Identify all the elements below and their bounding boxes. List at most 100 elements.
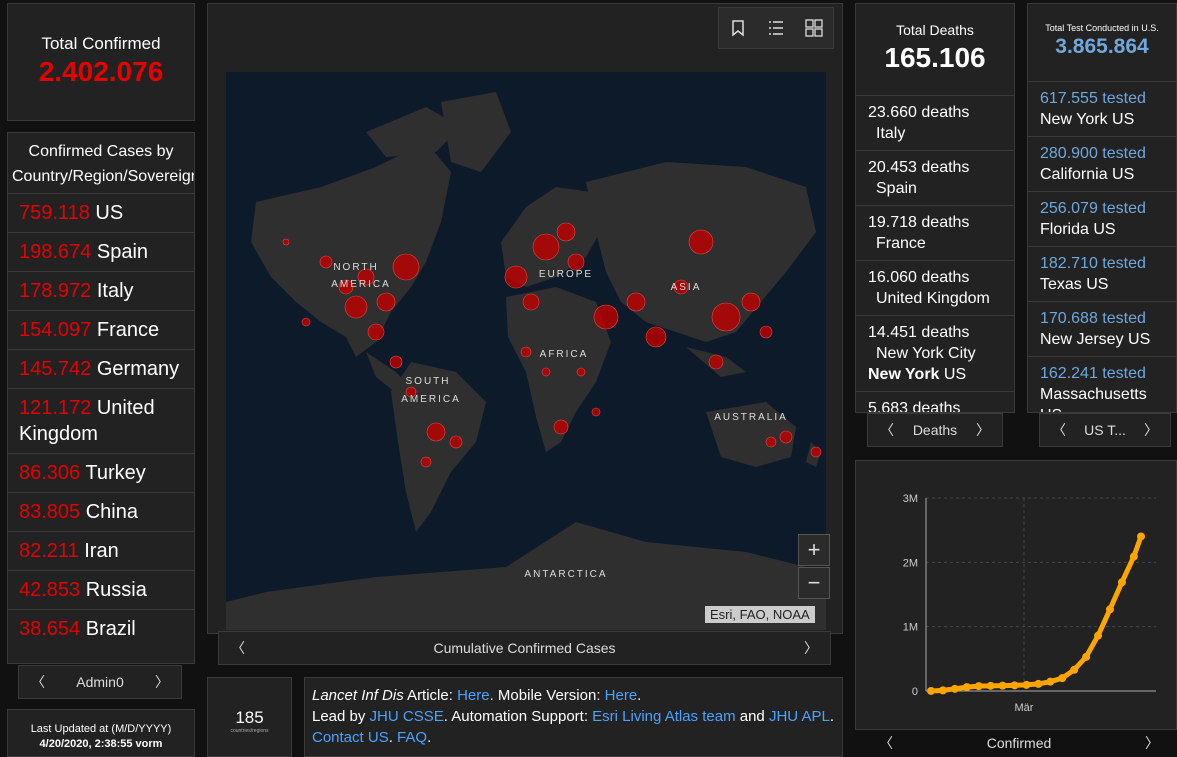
chevron-left-icon[interactable]: 〈: [1052, 420, 1066, 440]
tests-value: 182.710: [1040, 255, 1098, 272]
chart-pager-label[interactable]: Confirmed: [987, 735, 1052, 751]
chart-data-point: [974, 682, 983, 691]
country-row[interactable]: 121.172 United Kingdom: [8, 388, 194, 453]
country-row[interactable]: 198.674 Spain: [8, 232, 194, 271]
chart-data-point: [1094, 631, 1103, 640]
country-list-pager: 〈 Admin0 〉: [18, 665, 182, 699]
country-row[interactable]: 83.805 China: [8, 492, 194, 531]
map-attribution: Esri, FAO, NOAA: [705, 606, 815, 623]
bookmark-icon[interactable]: [729, 19, 747, 37]
total-confirmed-value: 2.402.076: [38, 56, 164, 87]
tests-place: New Jersey US: [1040, 331, 1151, 348]
chart-pager: 〈 Confirmed 〉: [867, 729, 1171, 757]
tests-unit: tested: [1102, 310, 1146, 327]
country-value: 198.674: [19, 241, 92, 263]
basemap-gallery-icon[interactable]: [805, 19, 823, 37]
list-icon[interactable]: [767, 19, 785, 37]
last-updated-label: Last Updated at (M/D/YYYY): [30, 723, 172, 735]
country-row[interactable]: 154.097 France: [8, 310, 194, 349]
deaths-row[interactable]: 19.718 deaths France: [856, 206, 1014, 261]
chart-data-point: [1137, 532, 1145, 541]
faq-link[interactable]: FAQ: [397, 729, 427, 746]
map-toolbar: [718, 7, 834, 49]
tests-unit: tested: [1102, 365, 1146, 382]
contact-link[interactable]: Contact US: [312, 729, 389, 746]
info-text: and: [735, 708, 769, 725]
country-value: 154.097: [19, 319, 92, 341]
chevron-left-icon[interactable]: 〈: [31, 672, 45, 692]
info-text: Lead by: [312, 708, 370, 725]
info-text: Article:: [403, 687, 458, 704]
deaths-row[interactable]: 14.451 deaths New York City New York US: [856, 316, 1014, 392]
esri-link[interactable]: Esri Living Atlas team: [592, 708, 735, 725]
country-row[interactable]: 178.972 Italy: [8, 271, 194, 310]
zoom-in-button[interactable]: +: [798, 534, 830, 566]
deaths-row[interactable]: 16.060 deaths United Kingdom: [856, 261, 1014, 316]
country-row[interactable]: 86.306 Turkey: [8, 453, 194, 492]
tests-row[interactable]: 617.555 tested New York US: [1028, 82, 1176, 137]
country-value: 86.306: [19, 462, 81, 484]
total-tests-title: Total Test Conducted in U.S.: [1045, 23, 1159, 33]
chevron-left-icon[interactable]: 〈: [231, 638, 245, 658]
jhu-csse-link[interactable]: JHU CSSE: [370, 708, 444, 725]
jhu-apl-link[interactable]: JHU APL: [769, 708, 830, 725]
deaths-unit: deaths: [921, 214, 970, 231]
chevron-left-icon[interactable]: 〈: [879, 733, 893, 753]
tests-pager-label[interactable]: US T...: [1084, 422, 1126, 438]
deaths-unit: deaths: [921, 324, 970, 341]
last-updated-panel: Last Updated at (M/D/YYYY) 4/20/2020, 2:…: [7, 709, 195, 757]
country-value: 38.654: [19, 618, 81, 640]
country-row[interactable]: 82.211 Iran: [8, 531, 194, 570]
label-south-america-2: AMERICA: [401, 394, 461, 405]
country-row[interactable]: 42.853 Russia: [8, 570, 194, 609]
info-panel: Lancet Inf Dis Article: Here. Mobile Ver…: [304, 677, 843, 757]
confirmed-chart-panel: 3M 2M 1M 0 Mär: [855, 460, 1177, 730]
zoom-out-button[interactable]: −: [798, 567, 830, 599]
info-text: . Mobile Version:: [489, 687, 605, 704]
tests-row[interactable]: 280.900 tested California US: [1028, 137, 1176, 192]
tests-row[interactable]: 256.079 tested Florida US: [1028, 192, 1176, 247]
tests-value: 280.900: [1040, 145, 1098, 162]
chart-data-point: [927, 686, 935, 695]
tests-value: 256.079: [1040, 200, 1098, 217]
label-south-america-1: SOUTH: [406, 376, 451, 387]
deaths-list: 23.660 deaths Italy 20.453 deaths Spain 19.7…: [856, 96, 1014, 412]
deaths-row[interactable]: 20.453 deaths Spain: [856, 151, 1014, 206]
country-list-pager-label[interactable]: Admin0: [76, 674, 123, 690]
chevron-right-icon[interactable]: 〉: [155, 672, 169, 692]
deaths-value: 19.718: [868, 214, 917, 231]
tests-row[interactable]: 182.710 tested Texas US: [1028, 247, 1176, 302]
deaths-pager-label[interactable]: Deaths: [913, 422, 957, 438]
deaths-row[interactable]: 23.660 deaths Italy: [856, 96, 1014, 151]
confirmed-chart[interactable]: 3M 2M 1M 0 Mär: [856, 461, 1176, 729]
country-value: 178.972: [19, 280, 92, 302]
world-map[interactable]: NORTH AMERICA SOUTH AMERICA EUROPE AFRIC…: [226, 72, 826, 630]
map-pager-label[interactable]: Cumulative Confirmed Cases: [433, 640, 615, 656]
country-name: Brazil: [85, 618, 136, 640]
chart-y-tick-label: 1M: [903, 622, 918, 634]
map-pager: 〈 Cumulative Confirmed Cases 〉: [218, 631, 831, 665]
country-row[interactable]: 759.118 US: [8, 193, 194, 232]
country-row[interactable]: 145.742 Germany: [8, 349, 194, 388]
label-asia: ASIA: [671, 282, 702, 293]
tests-row[interactable]: 162.241 tested Massachusetts US: [1028, 357, 1176, 412]
chevron-left-icon[interactable]: 〈: [880, 420, 894, 440]
deaths-place: Italy: [876, 125, 906, 142]
chevron-right-icon[interactable]: 〉: [804, 638, 818, 658]
country-row[interactable]: 38.654 Brazil: [8, 609, 194, 648]
chevron-right-icon[interactable]: 〉: [976, 420, 990, 440]
chevron-right-icon[interactable]: 〉: [1145, 733, 1159, 753]
country-value: 83.805: [19, 501, 81, 523]
tests-row[interactable]: 170.688 tested New Jersey US: [1028, 302, 1176, 357]
info-text: . Automation Support:: [443, 708, 593, 725]
deaths-row[interactable]: 5.683 deaths: [856, 392, 1014, 412]
mobile-version-link[interactable]: Here: [605, 687, 638, 704]
article-link[interactable]: Here: [457, 687, 490, 704]
country-name: Spain: [96, 241, 149, 263]
tests-value: 617.555: [1040, 90, 1098, 107]
chevron-right-icon[interactable]: 〉: [1144, 420, 1158, 440]
deaths-pager: 〈 Deaths 〉: [867, 413, 1003, 447]
map-panel: NORTH AMERICA SOUTH AMERICA EUROPE AFRIC…: [207, 3, 843, 634]
info-text: .: [427, 729, 432, 746]
country-name: China: [85, 501, 138, 523]
